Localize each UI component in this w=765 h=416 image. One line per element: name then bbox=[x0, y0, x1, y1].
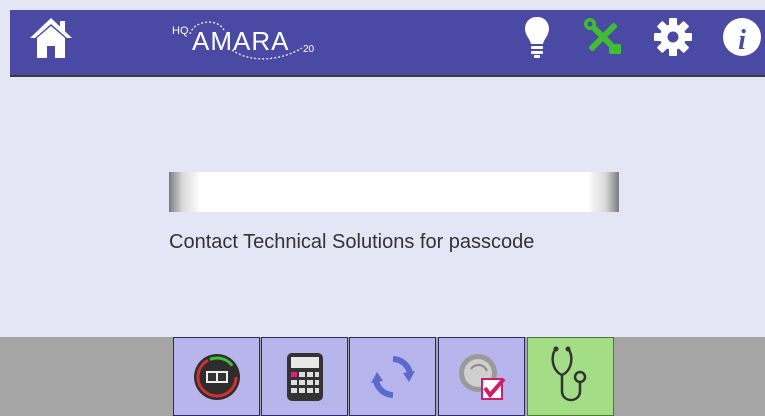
logo-text: AMARA bbox=[192, 26, 289, 56]
home-icon bbox=[30, 18, 72, 58]
tools-button[interactable] bbox=[583, 14, 623, 60]
stethoscope-icon bbox=[550, 346, 586, 401]
diagnostics-button[interactable] bbox=[527, 337, 614, 416]
header-divider bbox=[10, 75, 765, 77]
amara-logo: HQ AMARA 20 bbox=[172, 14, 322, 66]
meter-button[interactable] bbox=[173, 337, 260, 416]
refresh-icon bbox=[370, 355, 415, 398]
settings-button[interactable] bbox=[653, 14, 693, 60]
lightbulb-icon bbox=[525, 17, 549, 58]
checklist-icon bbox=[458, 353, 506, 400]
logo-suffix: 20 bbox=[303, 44, 315, 55]
gear-icon bbox=[654, 18, 692, 56]
checklist-button[interactable] bbox=[438, 337, 525, 416]
tips-button[interactable] bbox=[517, 14, 557, 60]
info-button[interactable]: i bbox=[722, 14, 762, 60]
svg-text:i: i bbox=[738, 25, 746, 56]
calculator-button[interactable] bbox=[261, 337, 348, 416]
refresh-button[interactable] bbox=[349, 337, 436, 416]
calculator-icon bbox=[286, 352, 323, 401]
passcode-hint: Contact Technical Solutions for passcode bbox=[169, 231, 535, 253]
passcode-input[interactable] bbox=[169, 172, 619, 212]
header-bar bbox=[10, 10, 765, 75]
meter-icon bbox=[193, 353, 240, 400]
home-button[interactable] bbox=[28, 14, 74, 60]
logo-prefix: HQ bbox=[172, 25, 189, 37]
tools-icon bbox=[584, 18, 621, 54]
info-icon: i bbox=[723, 18, 761, 56]
